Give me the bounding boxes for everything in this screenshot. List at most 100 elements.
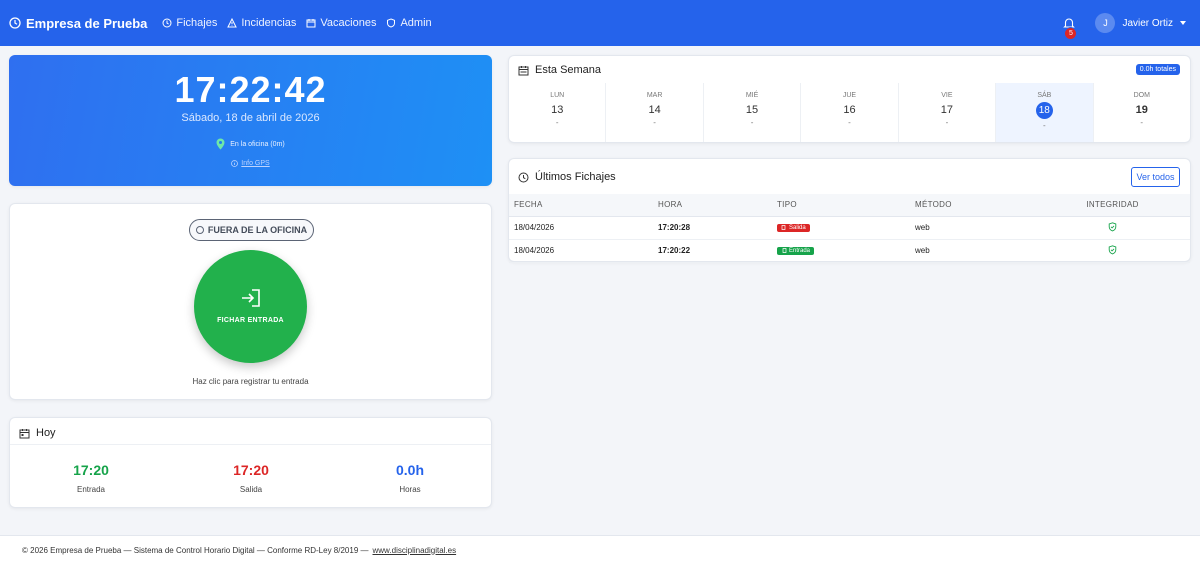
shield-check-icon — [1108, 221, 1117, 231]
week-header: Esta Semana — [518, 64, 601, 76]
punch-in-label: FICHAR ENTRADA — [217, 317, 284, 324]
day-sab-today[interactable]: SÁB 18 - — [996, 83, 1094, 142]
day-hours: - — [945, 118, 949, 127]
footer-link[interactable]: www.disciplinadigital.es — [373, 546, 457, 555]
day-number: 16 — [843, 104, 856, 116]
tipo-label: Entrada — [789, 247, 811, 254]
week-title: Esta Semana — [535, 64, 602, 76]
day-name: SÁB — [1037, 92, 1052, 99]
nav-incidencias-label: Incidencias — [241, 17, 297, 29]
last-punches-card: Últimos Fichajes Ver todos FECHA HORA TI… — [508, 158, 1191, 263]
today-title: Hoy — [36, 427, 56, 439]
day-number: 13 — [551, 104, 564, 116]
sign-in-icon — [241, 289, 260, 307]
day-mie[interactable]: MIÉ 15 - — [704, 83, 802, 142]
notification-badge: 5 — [1064, 27, 1078, 40]
entrada-label: Entrada — [76, 485, 106, 494]
cell-hora: 17:20:28 — [653, 216, 772, 240]
chevron-down-icon — [1180, 21, 1186, 25]
view-all-button[interactable]: Ver todos — [1131, 167, 1180, 187]
last-punches-header: Últimos Fichajes — [518, 171, 616, 183]
circle-icon — [195, 226, 204, 234]
punch-card: FUERA DE LA OFICINA FICHAR ENTRADA Haz c… — [9, 203, 492, 400]
sign-in-icon — [782, 248, 787, 253]
table-row: 18/04/2026 17:20:28 Salida web — [509, 216, 1190, 240]
day-vie[interactable]: VIE 17 - — [899, 83, 997, 142]
day-name: DOM — [1133, 92, 1150, 99]
day-hours: - — [1042, 121, 1046, 130]
tipo-label: Salida — [789, 224, 806, 231]
warning-icon — [227, 18, 238, 28]
sign-out-icon — [781, 225, 786, 230]
map-pin-icon — [216, 138, 225, 150]
calendar-day-icon — [19, 428, 30, 438]
location-status: En la oficina (0m) — [9, 138, 492, 150]
cell-metodo: web — [910, 216, 1035, 240]
day-dom[interactable]: DOM 19 - — [1094, 83, 1190, 142]
nav-incidencias[interactable]: Incidencias — [227, 17, 296, 29]
location-text: En la oficina (0m) — [230, 140, 285, 148]
day-lun[interactable]: LUN 13 - — [509, 83, 607, 142]
today-card: Hoy 17:20 Entrada 17:20 Salida 0.0h Hora… — [9, 417, 492, 508]
punch-in-button[interactable]: FICHAR ENTRADA — [194, 250, 307, 363]
day-number: 18 — [1035, 102, 1053, 119]
footer: © 2026 Empresa de Prueba — Sistema de Co… — [0, 535, 1200, 564]
cell-hora: 17:20:22 — [653, 239, 772, 263]
col-hora: HORA — [653, 194, 772, 217]
day-hours: - — [653, 118, 656, 127]
col-tipo: TIPO — [772, 194, 910, 217]
user-name: Javier Ortiz — [1122, 17, 1173, 29]
avatar: J — [1095, 13, 1116, 33]
tipo-badge: Salida — [777, 223, 810, 232]
day-hours: - — [1140, 118, 1144, 127]
today-entrada: 17:20 Entrada — [31, 462, 151, 494]
col-fecha: FECHA — [509, 194, 653, 217]
nav-admin-label: Admin — [400, 17, 432, 29]
today-horas: 0.0h Horas — [350, 462, 470, 494]
clock-icon — [9, 17, 21, 29]
day-number: 15 — [745, 104, 759, 116]
day-number: 14 — [648, 104, 661, 116]
nav-admin[interactable]: Admin — [386, 17, 432, 29]
calendar-week-icon — [518, 65, 529, 75]
shield-check-icon — [1108, 244, 1117, 254]
status-badge: FUERA DE LA OFICINA — [189, 219, 314, 241]
gps-info-link[interactable]: Info GPS — [9, 160, 492, 167]
day-name: LUN — [550, 92, 565, 99]
nav-fichajes-label: Fichajes — [176, 17, 218, 29]
cell-integridad — [1035, 216, 1190, 240]
punch-hint: Haz clic para registrar tu entrada — [192, 377, 309, 386]
entrada-value: 17:20 — [73, 462, 109, 478]
day-jue[interactable]: JUE 16 - — [801, 83, 899, 142]
week-days: LUN 13 - MAR 14 - MIÉ 15 - JUE 16 - VIE … — [509, 83, 1190, 142]
table-header-row: FECHA HORA TIPO MÉTODO INTEGRIDAD — [509, 194, 1190, 217]
day-hours: - — [555, 118, 559, 127]
salida-label: Salida — [239, 485, 263, 494]
brand-name: Empresa de Prueba — [26, 15, 148, 31]
gps-info-label: Info GPS — [241, 160, 270, 167]
info-icon — [231, 160, 239, 167]
day-number: 19 — [1135, 104, 1148, 116]
clock-card: 17:22:42 Sábado, 18 de abril de 2026 En … — [9, 55, 492, 186]
user-menu[interactable]: J Javier Ortiz — [1095, 13, 1186, 33]
today-header: Hoy — [19, 427, 56, 439]
salida-value: 17:20 — [233, 462, 269, 478]
day-name: MAR — [646, 92, 663, 99]
history-icon — [518, 172, 529, 182]
punches-table: FECHA HORA TIPO MÉTODO INTEGRIDAD 18/04/… — [509, 194, 1190, 263]
cell-metodo: web — [910, 239, 1035, 263]
week-card: Esta Semana 0.0h totales LUN 13 - MAR 14… — [508, 55, 1191, 143]
col-integridad: INTEGRIDAD — [1035, 194, 1190, 217]
nav-vacaciones[interactable]: Vacaciones — [306, 17, 376, 29]
brand[interactable]: Empresa de Prueba — [9, 16, 147, 31]
day-name: JUE — [842, 92, 857, 99]
day-mar[interactable]: MAR 14 - — [606, 83, 704, 142]
notifications-button[interactable]: 5 — [1059, 13, 1079, 40]
current-date: Sábado, 18 de abril de 2026 — [181, 112, 320, 124]
day-name: MIÉ — [745, 92, 759, 99]
shield-icon — [387, 18, 396, 28]
horas-label: Horas — [399, 485, 421, 494]
current-time: 17:22:42 — [174, 69, 327, 110]
nav-fichajes[interactable]: Fichajes — [162, 17, 217, 29]
day-name: VIE — [941, 92, 953, 99]
